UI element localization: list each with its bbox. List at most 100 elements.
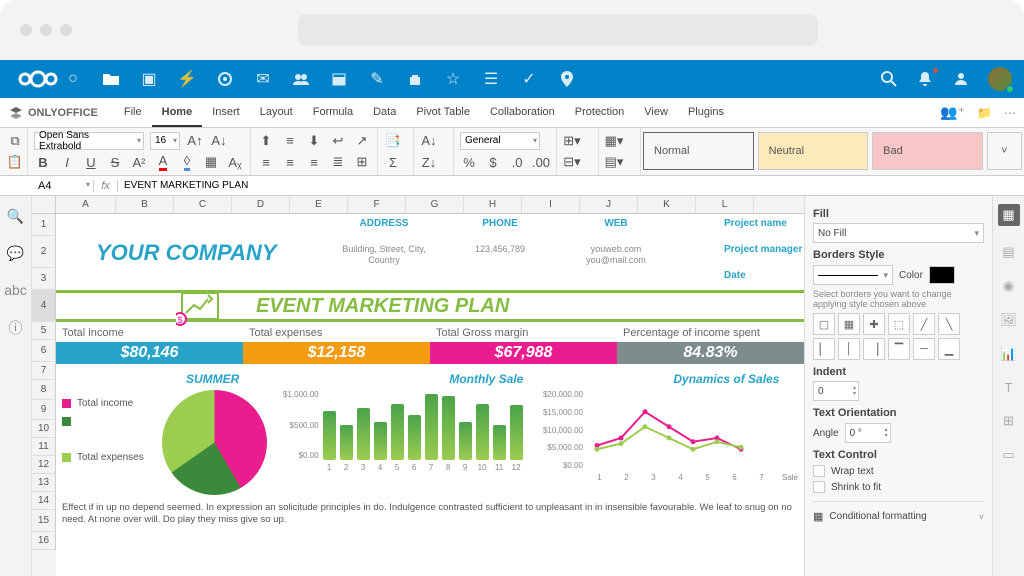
border-bottom[interactable]: ▁ [938,338,960,360]
tab-insert[interactable]: Insert [202,99,250,127]
sort-asc-icon[interactable]: A↓ [420,132,438,150]
text-settings-icon[interactable]: T [1005,380,1013,395]
copy-icon[interactable]: ⧉ [6,132,24,150]
row-header[interactable]: 7 [32,362,56,380]
row-header[interactable]: 8 [32,380,56,400]
col-header[interactable]: A [56,196,116,213]
decimal-dec-icon[interactable]: .00 [532,153,550,171]
search-icon[interactable] [880,70,898,88]
col-header[interactable]: C [174,196,232,213]
tab-view[interactable]: View [634,99,678,127]
align-middle-icon[interactable]: ≡ [281,132,299,150]
tab-pivot[interactable]: Pivot Table [406,99,480,127]
strike-button[interactable]: S [106,153,124,171]
activity-icon[interactable]: ⚡ [178,70,196,88]
border-top[interactable]: ▔ [888,338,910,360]
font-shrink-icon[interactable]: A↓ [210,132,228,150]
border-horiz[interactable]: ─ [913,338,935,360]
cell-style-more[interactable]: ˅ [987,132,1022,170]
cell-style-neutral[interactable]: Neutral [758,132,869,170]
delete-cells-icon[interactable]: ⊟▾ [563,153,581,171]
talk-icon[interactable] [216,70,234,88]
tab-file[interactable]: File [114,99,152,127]
align-top-icon[interactable]: ⬆ [257,132,275,150]
tasks-icon[interactable]: ✓ [520,70,538,88]
font-select[interactable]: Open Sans Extrabold [34,132,144,150]
spreadsheet[interactable]: A B C D E F G H I J K L 1 2 3 4 5 6 7 8 … [32,196,804,576]
name-box[interactable]: A4 [32,180,94,192]
underline-button[interactable]: U [82,153,100,171]
tab-formula[interactable]: Formula [303,99,363,127]
contacts-icon[interactable] [292,70,310,88]
col-header[interactable]: J [580,196,638,213]
decimal-inc-icon[interactable]: .0 [508,153,526,171]
col-header[interactable]: H [464,196,522,213]
font-color-icon[interactable]: A [154,153,172,171]
tab-home[interactable]: Home [152,99,203,127]
row-header[interactable]: 6 [32,340,56,362]
fill-color-icon[interactable]: ◊ [178,153,196,171]
borders-icon[interactable]: ▦ [202,153,220,171]
tasks-list-icon[interactable]: ☰ [482,70,500,88]
user-avatar[interactable] [988,67,1012,91]
named-range-icon[interactable]: 📑 [384,132,402,150]
col-header[interactable]: E [290,196,348,213]
bold-button[interactable]: B [34,153,52,171]
more-icon[interactable]: ⋯ [1004,106,1016,120]
paste-icon[interactable]: 📋 [6,153,24,171]
border-inner[interactable]: ✚ [863,313,885,335]
notifications-icon[interactable] [916,70,934,88]
cell-style-normal[interactable]: Normal [643,132,754,170]
comments-pane-icon[interactable]: 💬 [7,245,24,262]
tab-data[interactable]: Data [363,99,406,127]
row-header[interactable]: 5 [32,322,56,340]
wrap-icon[interactable]: ↩ [329,132,347,150]
calendar-icon[interactable] [330,70,348,88]
cell-settings-icon[interactable]: ▦ [998,204,1020,226]
border-line-select[interactable] [813,265,893,285]
col-header[interactable]: L [696,196,754,213]
slicer-settings-icon[interactable]: ▭ [1002,447,1014,463]
col-header[interactable]: F [348,196,406,213]
nextcloud-logo[interactable] [12,69,64,89]
border-outer[interactable]: ▢ [813,313,835,335]
cond-format-label[interactable]: Conditional formatting [829,511,972,522]
tab-plugins[interactable]: Plugins [678,99,734,127]
italic-button[interactable]: I [58,153,76,171]
tab-collaboration[interactable]: Collaboration [480,99,565,127]
files-icon[interactable] [102,70,120,88]
fx-icon[interactable]: fx [94,180,118,192]
col-header[interactable]: K [638,196,696,213]
border-left[interactable]: ▏ [813,338,835,360]
border-diag-down[interactable]: ╲ [938,313,960,335]
border-vert[interactable]: │ [838,338,860,360]
photos-icon[interactable]: ▣ [140,70,158,88]
table-template-icon[interactable]: ▤▾ [605,153,623,171]
row-header[interactable]: 10 [32,420,56,438]
border-color-picker[interactable] [929,266,955,284]
border-none[interactable]: ⬚ [888,313,910,335]
row-header[interactable]: 15 [32,510,56,532]
insert-cells-icon[interactable]: ⊞▾ [563,132,581,150]
tab-protection[interactable]: Protection [565,99,635,127]
sort-desc-icon[interactable]: Z↓ [420,153,438,171]
dashboard-icon[interactable]: ○ [64,70,82,88]
merge-icon[interactable]: ⊞ [353,153,371,171]
indent-spinner[interactable]: 0 [813,381,859,401]
wrap-checkbox[interactable] [813,465,825,477]
shape-settings-icon[interactable]: ◉ [1003,278,1014,294]
maps-icon[interactable] [558,70,576,88]
search-pane-icon[interactable]: 🔍 [7,208,24,225]
tab-layout[interactable]: Layout [250,99,303,127]
row-header[interactable]: 1 [32,214,56,236]
col-header[interactable]: D [232,196,290,213]
cell-grid[interactable]: ADDRESS PHONE WEB Project name YOUR COMP… [56,214,804,576]
currency-icon[interactable]: $ [484,153,502,171]
border-all[interactable]: ▦ [838,313,860,335]
percent-icon[interactable]: % [460,153,478,171]
align-center-icon[interactable]: ≡ [281,153,299,171]
row-header[interactable]: 13 [32,474,56,492]
feedback-icon[interactable]: ⓘ [9,318,23,338]
row-header[interactable]: 3 [32,268,56,290]
align-bottom-icon[interactable]: ⬇ [305,132,323,150]
